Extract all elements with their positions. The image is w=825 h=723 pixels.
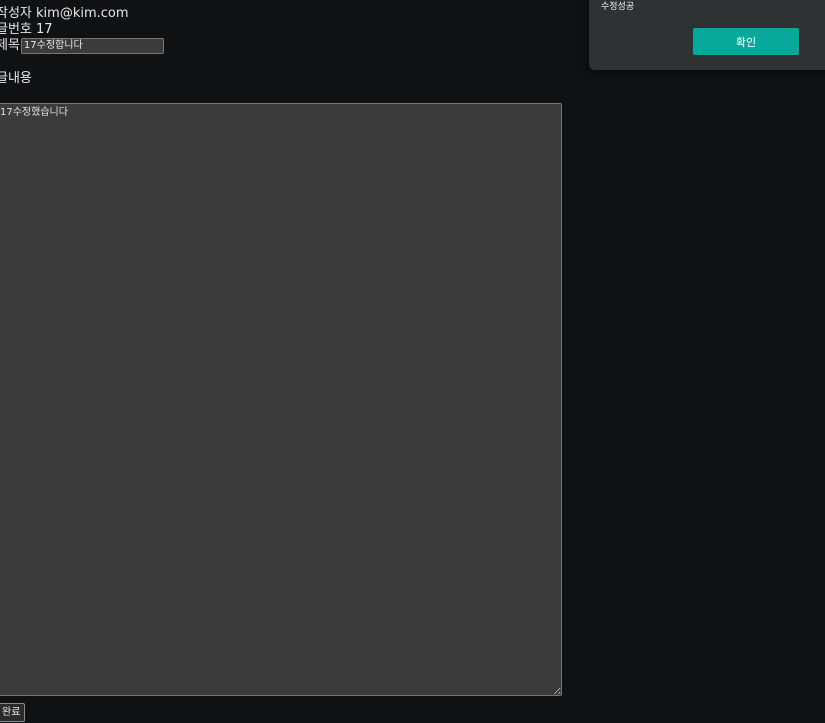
success-dialog: 수정성공 확인 xyxy=(589,0,825,70)
content-textarea[interactable]: 17수정했습니다 xyxy=(0,103,562,696)
writer-row: 작성자 kim@kim.com xyxy=(0,6,129,22)
confirm-button[interactable]: 확인 xyxy=(693,28,799,55)
post-number-value: 17 xyxy=(36,22,53,37)
post-number-label: 글번호 xyxy=(0,22,32,37)
content-label: 글내용 xyxy=(0,71,32,86)
writer-label: 작성자 xyxy=(0,6,32,21)
post-number-row: 글번호 17 xyxy=(0,22,53,38)
title-label: 제목 xyxy=(0,38,20,53)
title-row: 제목 xyxy=(0,38,164,54)
submit-button[interactable]: 완료 xyxy=(0,703,26,722)
writer-value: kim@kim.com xyxy=(36,6,129,21)
edit-post-page: 작성자 kim@kim.com 글번호 17 제목 글내용 17수정했습니다 완… xyxy=(0,0,825,723)
title-input[interactable] xyxy=(20,38,164,54)
dialog-message: 수정성공 xyxy=(601,2,635,12)
